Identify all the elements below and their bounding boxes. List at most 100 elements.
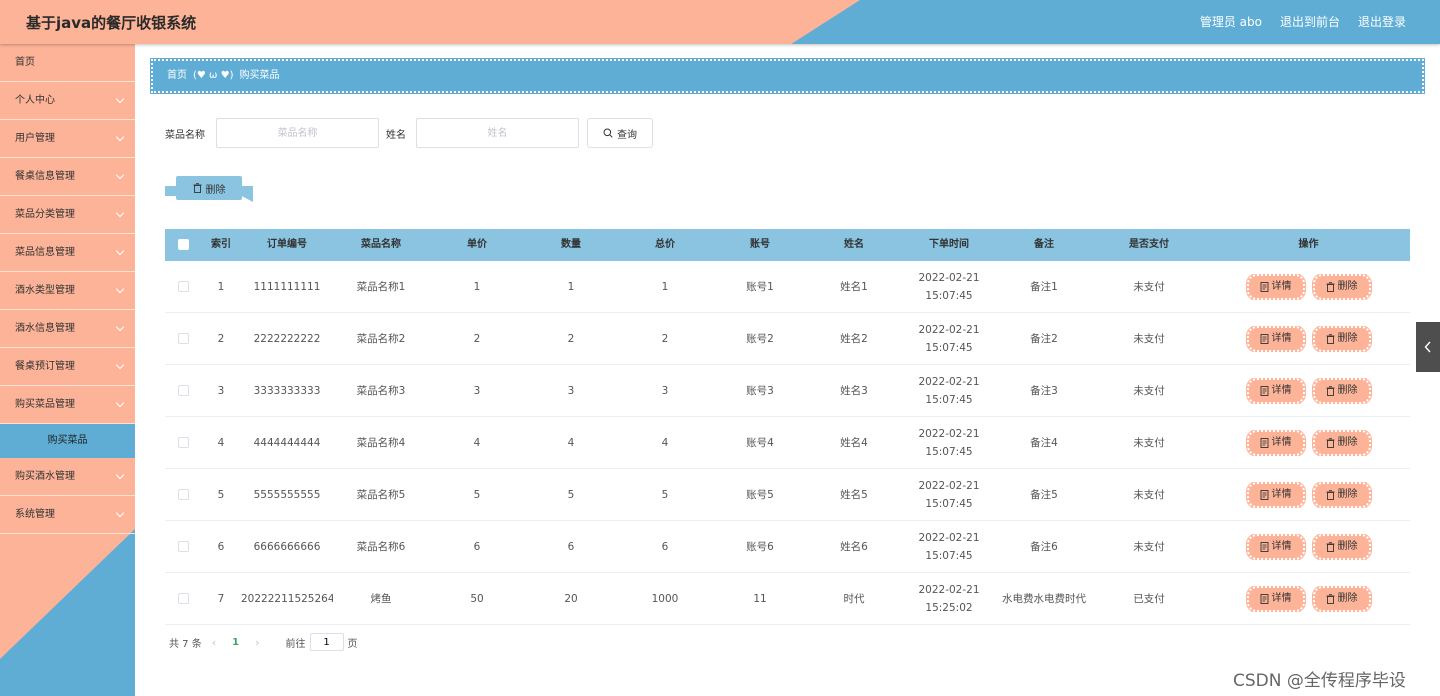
row-paid-status: 未支付 (1133, 436, 1165, 449)
row-checkbox[interactable] (177, 385, 189, 396)
breadcrumb-current: 购买菜品 (239, 70, 280, 81)
right-panel-toggle[interactable] (1416, 322, 1440, 372)
sidebar-item-2[interactable]: 用户管理 (0, 120, 135, 158)
sidebar-item-0[interactable]: 首页 (0, 44, 135, 82)
sidebar-item-3[interactable]: 餐桌信息管理 (0, 158, 135, 196)
breadcrumb-home[interactable]: 首页 (167, 70, 187, 81)
row-dish-name: 菜品名称2 (356, 332, 406, 345)
detail-button[interactable]: 详情 (1245, 325, 1306, 352)
row-order-time: 2022-02-21 15:07:45 (918, 375, 980, 406)
document-icon (1260, 437, 1268, 448)
row-account: 11 (753, 592, 767, 605)
row-checkbox[interactable] (177, 593, 189, 604)
chevron-down-icon (115, 208, 125, 218)
detail-button[interactable]: 详情 (1245, 429, 1306, 456)
row-actions: 详情 删除 (1207, 533, 1410, 560)
top-header: 基于java的餐厅收银系统 管理员 abo 退出到前台 退出登录 (0, 0, 1440, 44)
detail-button[interactable]: 详情 (1245, 533, 1306, 560)
header-actions: 管理员 abo 退出到前台 退出登录 (1200, 13, 1406, 30)
sidebar-item-1[interactable]: 个人中心 (0, 82, 135, 120)
row-account: 账号5 (746, 488, 774, 501)
chevron-down-icon (115, 132, 125, 142)
delete-button[interactable]: 删除 (1311, 429, 1372, 456)
row-name: 时代 (843, 592, 865, 605)
query-button-label: 查询 (617, 129, 637, 141)
delete-button[interactable]: 删除 (1311, 377, 1372, 404)
row-checkbox[interactable] (177, 489, 189, 500)
row-account: 账号6 (746, 540, 774, 553)
delete-button[interactable]: 删除 (1311, 585, 1372, 612)
row-unit-price: 50 (470, 592, 484, 605)
logout-link[interactable]: 退出登录 (1358, 13, 1406, 30)
sidebar-item-9[interactable]: 购买菜品管理 (0, 386, 135, 424)
pager-next-icon[interactable]: › (255, 636, 259, 649)
row-index: 5 (217, 488, 225, 501)
sidebar-item-8[interactable]: 餐桌预订管理 (0, 348, 135, 386)
delete-button[interactable]: 删除 (1311, 273, 1372, 300)
sidebar-item-label: 酒水信息管理 (15, 323, 75, 334)
row-total: 5 (661, 488, 669, 501)
row-quantity: 4 (567, 436, 575, 449)
chevron-down-icon (115, 246, 125, 256)
delete-button[interactable]: 删除 (1311, 481, 1372, 508)
sidebar-subitem-buy-dish[interactable]: 购买菜品 (0, 424, 135, 458)
row-note: 备注4 (1030, 436, 1058, 449)
row-dish-name: 菜品名称6 (356, 540, 406, 553)
detail-button-label: 详情 (1271, 488, 1292, 500)
detail-button-label: 详情 (1271, 540, 1292, 552)
row-dish-name: 菜品名称1 (356, 280, 406, 293)
select-all-checkbox[interactable] (177, 238, 189, 250)
trash-icon (1326, 333, 1334, 344)
customer-name-input[interactable] (416, 118, 579, 148)
pager-goto-input[interactable] (309, 633, 344, 651)
row-note: 备注1 (1030, 280, 1058, 293)
sidebar-item-4[interactable]: 菜品分类管理 (0, 196, 135, 234)
document-icon (1260, 541, 1268, 552)
chevron-down-icon (115, 470, 125, 480)
detail-button-label: 详情 (1271, 436, 1292, 448)
sidebar-item-11[interactable]: 购买酒水管理 (0, 458, 135, 496)
row-name: 姓名2 (840, 332, 868, 345)
table-row: 4 4444444444 菜品名称4 4 4 4 账号4 姓名4 2022-02-21 15:0… (165, 417, 1410, 469)
bulk-delete-button[interactable]: 删除 (165, 176, 253, 202)
trash-icon (1326, 281, 1334, 292)
sidebar-item-6[interactable]: 酒水类型管理 (0, 272, 135, 310)
row-order-no: 1111111111 (253, 280, 321, 293)
table-row: 3 3333333333 菜品名称3 3 3 3 账号3 姓名3 2022-02-21 15:0… (165, 365, 1410, 417)
detail-button[interactable]: 详情 (1245, 273, 1306, 300)
detail-button[interactable]: 详情 (1245, 585, 1306, 612)
document-icon (1260, 593, 1268, 604)
csdn-watermark: CSDN @全传程序毕设 (1233, 671, 1406, 691)
chevron-down-icon (115, 360, 125, 370)
delete-button[interactable]: 删除 (1311, 325, 1372, 352)
table-row: 7 20222211525264404975 烤鱼 50 20 1000 11 时代 2022-… (165, 573, 1410, 625)
sidebar-item-12[interactable]: 系统管理 (0, 496, 135, 534)
breadcrumb-separator: (♥ ω ♥) (193, 70, 234, 81)
row-checkbox[interactable] (177, 281, 189, 292)
sidebar-item-label: 首页 (15, 57, 35, 68)
pager-current-page[interactable]: 1 (232, 637, 239, 648)
row-checkbox[interactable] (177, 437, 189, 448)
detail-button[interactable]: 详情 (1245, 377, 1306, 404)
row-checkbox[interactable] (177, 333, 189, 344)
sidebar-item-7[interactable]: 酒水信息管理 (0, 310, 135, 348)
delete-button[interactable]: 删除 (1311, 533, 1372, 560)
sidebar-item-label: 购买菜品 (47, 435, 88, 446)
sidebar-item-label: 购买菜品管理 (15, 399, 75, 410)
row-note: 备注3 (1030, 384, 1058, 397)
bulk-delete-label: 删除 (205, 184, 226, 196)
table-body: 1 1111111111 菜品名称1 1 1 1 账号1 姓名1 2022-02-21 15:0… (165, 261, 1410, 625)
pager-prev-icon[interactable]: ‹ (212, 636, 216, 649)
exit-to-front-link[interactable]: 退出到前台 (1280, 13, 1340, 30)
detail-button[interactable]: 详情 (1245, 481, 1306, 508)
delete-button-label: 删除 (1337, 384, 1358, 396)
row-note: 备注5 (1030, 488, 1058, 501)
row-checkbox[interactable] (177, 541, 189, 552)
query-button[interactable]: 查询 (587, 118, 653, 148)
sidebar-item-label: 菜品分类管理 (15, 209, 75, 220)
sidebar-item-5[interactable]: 菜品信息管理 (0, 234, 135, 272)
row-total: 1 (661, 280, 669, 293)
dish-name-input[interactable] (216, 118, 379, 148)
delete-button-label: 删除 (1337, 332, 1358, 344)
table-row: 6 6666666666 菜品名称6 6 6 6 账号6 姓名6 2022-02-21 15:0… (165, 521, 1410, 573)
